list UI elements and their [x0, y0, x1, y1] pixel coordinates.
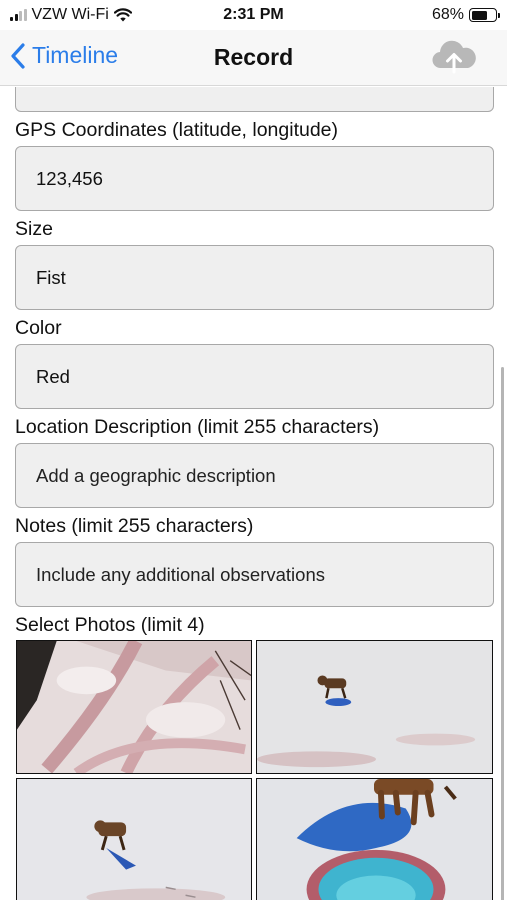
photo-reddish-snow-trails[interactable]: [16, 640, 252, 774]
battery-percent: 68%: [431, 6, 464, 23]
field-group-gps: GPS Coordinates (latitude, longitude) 12…: [0, 118, 507, 211]
status-right: 68%: [431, 6, 500, 24]
gps-field[interactable]: 123,456: [15, 146, 494, 211]
photo-dog-near-meltwater-pool[interactable]: [256, 778, 493, 900]
id-field[interactable]: 1234: [15, 87, 494, 112]
field-group-location: Location Description (limit 255 characte…: [0, 415, 507, 508]
notes-label: Notes (limit 255 characters): [15, 515, 254, 537]
photo-grid: [16, 640, 493, 900]
form: 1234 GPS Coordinates (latitude, longitud…: [0, 87, 507, 900]
cloud-upload-icon[interactable]: [431, 38, 477, 74]
field-group-notes: Notes (limit 255 characters) Include any…: [0, 514, 507, 607]
field-group-color: Color Red: [0, 316, 507, 409]
field-group-size: Size Fist: [0, 217, 507, 310]
notes-field[interactable]: Include any additional observations: [15, 542, 494, 607]
location-description-field[interactable]: Add a geographic description: [15, 443, 494, 508]
photo-dog-on-snow[interactable]: [256, 640, 493, 774]
clock: 2:31 PM: [223, 6, 284, 23]
photos-label: Select Photos (limit 4): [15, 614, 205, 636]
navigation-bar: Timeline Record: [0, 30, 507, 86]
battery-icon: [469, 8, 500, 22]
size-label: Size: [15, 218, 53, 240]
scroll-indicator[interactable]: [501, 367, 504, 900]
status-bar: VZW Wi-Fi 2:31 PM 68%: [0, 0, 507, 30]
gps-label: GPS Coordinates (latitude, longitude): [15, 119, 339, 141]
field-group-id: 1234: [0, 87, 507, 112]
form-scroll-area[interactable]: 1234 GPS Coordinates (latitude, longitud…: [0, 87, 507, 900]
photo-dog-walking-snow[interactable]: [16, 778, 252, 900]
location-label: Location Description (limit 255 characte…: [15, 416, 380, 438]
color-field[interactable]: Red: [15, 344, 494, 409]
color-label: Color: [15, 317, 62, 339]
size-field[interactable]: Fist: [15, 245, 494, 310]
